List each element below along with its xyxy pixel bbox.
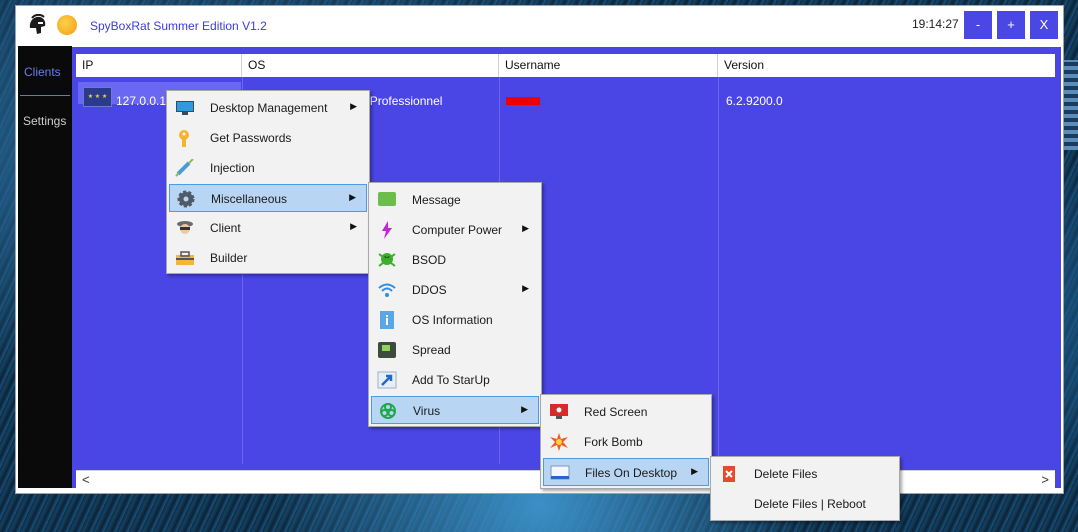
submenu-arrow-icon: ▶ <box>691 466 698 476</box>
delete-file-icon <box>723 466 735 482</box>
menu-item-os-information[interactable]: OS Information <box>371 306 539 334</box>
menu-item-miscellaneous[interactable]: Miscellaneous ▶ <box>169 184 367 212</box>
submenu-arrow-icon: ▶ <box>522 283 529 293</box>
sun-icon <box>57 15 77 35</box>
menu-item-client[interactable]: Client ▶ <box>169 214 367 242</box>
chat-bubble-icon <box>378 192 396 206</box>
column-header-os[interactable]: OS <box>242 54 499 77</box>
cell-version: 6.2.9200.0 <box>726 94 783 108</box>
menu-item-delete-files-reboot[interactable]: Delete Files | Reboot <box>713 490 897 518</box>
close-button[interactable]: X <box>1030 11 1058 39</box>
skull-icon <box>378 253 396 267</box>
key-icon <box>179 130 189 147</box>
monitor-icon <box>176 101 194 115</box>
column-divider <box>718 77 719 464</box>
biohazard-icon <box>380 403 396 419</box>
minimize-button[interactable]: - <box>964 11 992 39</box>
submenu-arrow-icon: ▶ <box>350 221 357 231</box>
menu-item-files-on-desktop[interactable]: Files On Desktop ▶ <box>543 458 709 486</box>
clock: 19:14:27 <box>912 17 959 31</box>
menu-item-injection[interactable]: Injection <box>169 154 367 182</box>
submenu-arrow-icon: ▶ <box>350 101 357 111</box>
sidebar-item-settings[interactable]: Settings <box>23 114 66 128</box>
toolbox-icon <box>176 251 194 265</box>
menu-item-bsod[interactable]: BSOD <box>371 246 539 274</box>
menu-item-get-passwords[interactable]: Get Passwords <box>169 124 367 152</box>
menu-item-virus[interactable]: Virus ▶ <box>371 396 539 424</box>
desktop-icon-strip <box>1062 60 1078 150</box>
wifi-icon <box>378 283 396 297</box>
column-header-version[interactable]: Version <box>718 54 1055 77</box>
menu-item-message[interactable]: Message <box>371 186 539 214</box>
syringe-icon <box>175 159 194 177</box>
submenu-arrow-icon: ▶ <box>349 192 356 202</box>
shortcut-arrow-icon <box>377 371 397 389</box>
menu-item-ddos[interactable]: DDOS ▶ <box>371 276 539 304</box>
menu-item-fork-bomb[interactable]: Fork Bomb <box>543 428 709 456</box>
lightning-icon <box>382 221 392 239</box>
info-icon <box>380 311 394 329</box>
files-submenu: Delete Files Delete Files | Reboot <box>710 456 900 521</box>
submenu-arrow-icon: ▶ <box>522 223 529 233</box>
menu-item-add-to-startup[interactable]: Add To StarUp <box>371 366 539 394</box>
eu-flag-icon: ★ ★ ★ <box>83 87 112 107</box>
sidebar-item-clients[interactable]: Clients <box>24 65 61 79</box>
title-bar[interactable]: SpyBoxRat Summer Edition V1.2 19:14:27 -… <box>16 6 1063 44</box>
gear-icon <box>177 190 195 208</box>
scroll-right-button[interactable]: > <box>1041 472 1049 487</box>
column-header-ip[interactable]: IP <box>76 54 242 77</box>
red-monitor-icon <box>550 404 568 419</box>
miscellaneous-submenu: Message Computer Power ▶ BSOD DDOS ▶ OS In… <box>368 182 542 427</box>
active-indicator <box>20 95 70 96</box>
column-header-username[interactable]: Username <box>499 54 718 77</box>
context-menu: Desktop Management ▶ Get Passwords Inject… <box>166 90 370 274</box>
menu-item-desktop-management[interactable]: Desktop Management ▶ <box>169 94 367 122</box>
spy-icon <box>177 221 193 234</box>
desktop-icon <box>550 465 570 480</box>
menu-item-red-screen[interactable]: Red Screen <box>543 398 709 426</box>
sidebar: Clients Settings <box>18 46 72 488</box>
submenu-arrow-icon: ▶ <box>521 404 528 414</box>
menu-item-computer-power[interactable]: Computer Power ▶ <box>371 216 539 244</box>
virus-submenu: Red Screen Fork Bomb Files On Desktop ▶ <box>540 394 712 489</box>
spartan-helmet-icon <box>29 14 46 34</box>
scroll-left-button[interactable]: < <box>82 472 90 487</box>
redacted-username <box>506 97 540 105</box>
menu-item-delete-files[interactable]: Delete Files <box>713 460 897 488</box>
terminal-icon <box>378 342 396 358</box>
window-title: SpyBoxRat Summer Edition V1.2 <box>90 19 267 33</box>
menu-item-spread[interactable]: Spread <box>371 336 539 364</box>
explosion-icon <box>550 433 568 451</box>
maximize-button[interactable]: + <box>997 11 1025 39</box>
table-header: IP OS Username Version <box>76 54 1055 77</box>
menu-item-builder[interactable]: Builder <box>169 244 367 272</box>
